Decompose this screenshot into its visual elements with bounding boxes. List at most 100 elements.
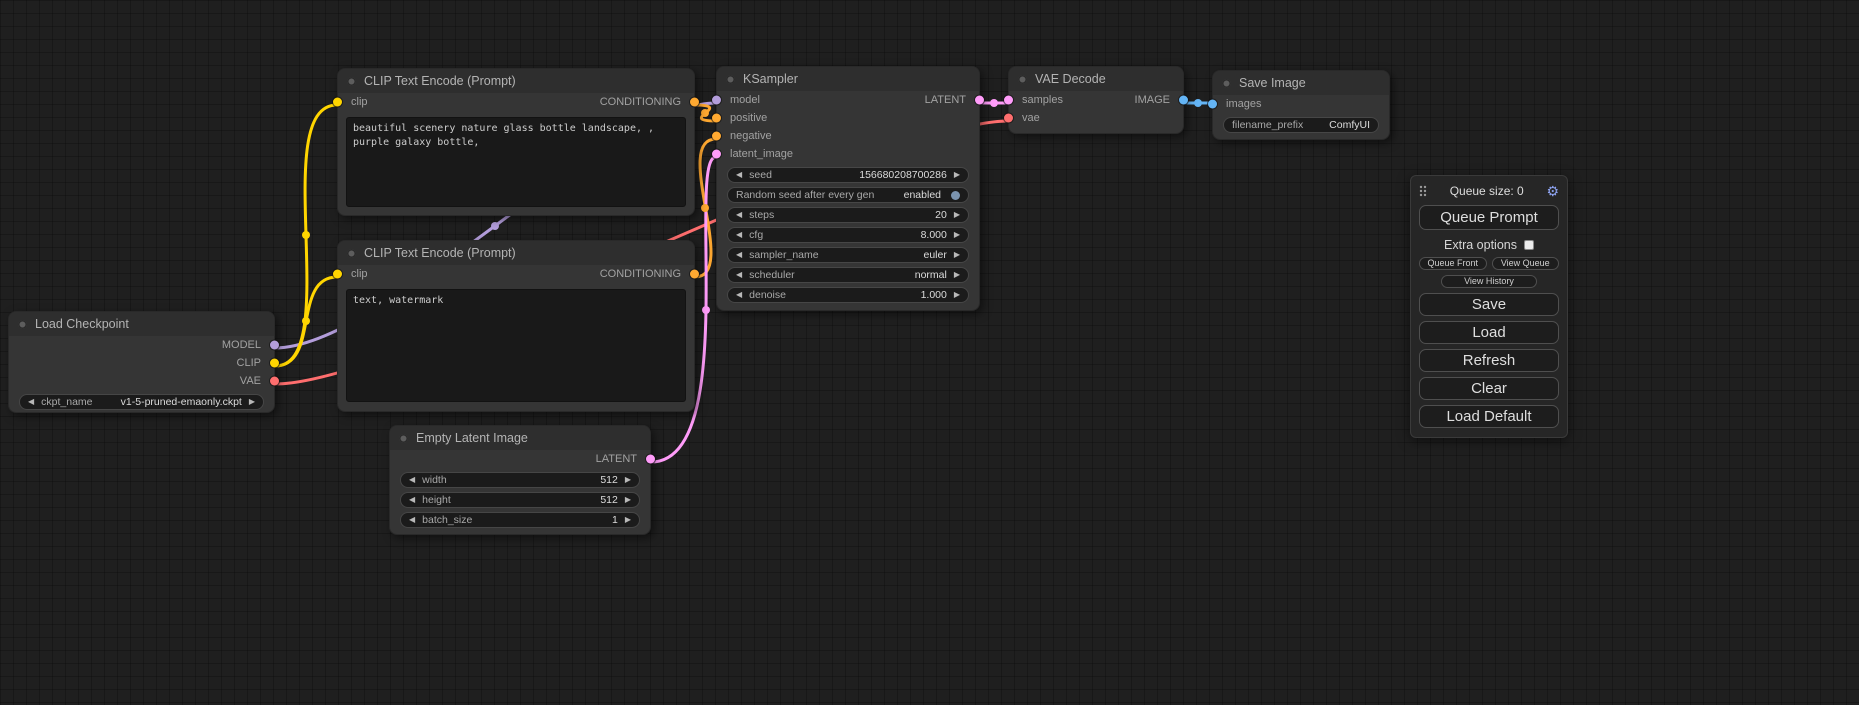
denoise-widget[interactable]: ◀ denoise 1.000 ▶	[727, 287, 969, 303]
node-ksampler[interactable]: KSampler model LATENT positive negative …	[716, 66, 980, 311]
save-button[interactable]: Save	[1419, 293, 1559, 316]
toggle-indicator-icon[interactable]	[951, 191, 960, 200]
random-seed-toggle-widget[interactable]: Random seed after every gen enabled	[727, 187, 969, 203]
widget-label: sampler_name	[749, 249, 818, 261]
widget-value: 1	[612, 514, 618, 526]
queue-prompt-button[interactable]: Queue Prompt	[1419, 205, 1559, 230]
link-latent-input-midpoint	[702, 306, 710, 314]
refresh-button[interactable]: Refresh	[1419, 349, 1559, 372]
output-row-model: MODEL	[9, 336, 274, 354]
decrement-arrow-icon[interactable]: ◀	[736, 231, 742, 239]
input-slot-samples[interactable]	[1004, 96, 1013, 105]
drag-handle-icon[interactable]	[1419, 185, 1427, 197]
cfg-widget[interactable]: ◀ cfg 8.000 ▶	[727, 227, 969, 243]
io-row-samples-image: samples IMAGE	[1009, 91, 1183, 109]
width-widget[interactable]: ◀ width 512 ▶	[400, 472, 640, 488]
increment-arrow-icon[interactable]: ▶	[954, 231, 960, 239]
input-slot-model[interactable]	[712, 96, 721, 105]
output-slot-vae[interactable]	[270, 377, 279, 386]
scheduler-widget[interactable]: ◀ scheduler normal ▶	[727, 267, 969, 283]
decrement-arrow-icon[interactable]: ◀	[736, 211, 742, 219]
settings-gear-icon[interactable]: ⚙	[1546, 184, 1559, 198]
batch-size-widget[interactable]: ◀ batch_size 1 ▶	[400, 512, 640, 528]
input-slot-clip[interactable]	[333, 270, 342, 279]
collapse-dot-icon[interactable]	[18, 320, 27, 329]
node-title-bar[interactable]: Load Checkpoint	[9, 312, 274, 336]
decrement-arrow-icon[interactable]: ◀	[409, 476, 415, 484]
output-slot-image[interactable]	[1179, 96, 1188, 105]
increment-arrow-icon[interactable]: ▶	[954, 211, 960, 219]
steps-widget[interactable]: ◀ steps 20 ▶	[727, 207, 969, 223]
sampler-name-widget[interactable]: ◀ sampler_name euler ▶	[727, 247, 969, 263]
output-row-latent: LATENT	[390, 450, 650, 468]
next-arrow-icon[interactable]: ▶	[249, 398, 255, 406]
node-title-bar[interactable]: Empty Latent Image	[390, 426, 650, 450]
negative-prompt-textarea[interactable]: text, watermark	[346, 289, 686, 402]
load-default-button[interactable]: Load Default	[1419, 405, 1559, 428]
increment-arrow-icon[interactable]: ▶	[954, 291, 960, 299]
node-clip-text-encode-positive[interactable]: CLIP Text Encode (Prompt) clip CONDITION…	[337, 68, 695, 216]
output-slot-conditioning[interactable]	[690, 98, 699, 107]
node-title-bar[interactable]: KSampler	[717, 67, 979, 91]
node-empty-latent-image[interactable]: Empty Latent Image LATENT ◀ width 512 ▶ …	[389, 425, 651, 535]
output-slot-clip[interactable]	[270, 359, 279, 368]
collapse-dot-icon[interactable]	[1018, 75, 1027, 84]
output-slot-model[interactable]	[270, 341, 279, 350]
input-slot-clip[interactable]	[333, 98, 342, 107]
node-save-image[interactable]: Save Image images filename_prefix ComfyU…	[1212, 70, 1390, 140]
decrement-arrow-icon[interactable]: ◀	[409, 516, 415, 524]
output-slot-latent[interactable]	[646, 455, 655, 464]
graph-canvas[interactable]: Load Checkpoint MODEL CLIP VAE ◀ ckpt_na…	[0, 0, 1859, 705]
view-history-button[interactable]: View History	[1441, 275, 1537, 288]
widget-value: normal	[915, 269, 947, 281]
node-load-checkpoint[interactable]: Load Checkpoint MODEL CLIP VAE ◀ ckpt_na…	[8, 311, 275, 413]
prev-arrow-icon[interactable]: ◀	[28, 398, 34, 406]
load-button[interactable]: Load	[1419, 321, 1559, 344]
input-slot-latent-image[interactable]	[712, 150, 721, 159]
node-title-bar[interactable]: CLIP Text Encode (Prompt)	[338, 241, 694, 265]
output-slot-conditioning[interactable]	[690, 270, 699, 279]
increment-arrow-icon[interactable]: ▶	[625, 496, 631, 504]
node-clip-text-encode-negative[interactable]: CLIP Text Encode (Prompt) clip CONDITION…	[337, 240, 695, 412]
output-row-clip: CLIP	[9, 354, 274, 372]
next-arrow-icon[interactable]: ▶	[954, 271, 960, 279]
decrement-arrow-icon[interactable]: ◀	[736, 171, 742, 179]
next-arrow-icon[interactable]: ▶	[954, 251, 960, 259]
input-label-clip: clip	[351, 96, 368, 108]
collapse-dot-icon[interactable]	[726, 75, 735, 84]
node-vae-decode[interactable]: VAE Decode samples IMAGE vae	[1008, 66, 1184, 134]
output-label-clip: CLIP	[237, 357, 261, 369]
collapse-dot-icon[interactable]	[399, 434, 408, 443]
queue-size-label: Queue size: 0	[1427, 184, 1546, 198]
collapse-dot-icon[interactable]	[1222, 79, 1231, 88]
collapse-dot-icon[interactable]	[347, 249, 356, 258]
input-slot-vae[interactable]	[1004, 114, 1013, 123]
positive-prompt-textarea[interactable]: beautiful scenery nature glass bottle la…	[346, 117, 686, 207]
increment-arrow-icon[interactable]: ▶	[625, 516, 631, 524]
prev-arrow-icon[interactable]: ◀	[736, 271, 742, 279]
node-title-bar[interactable]: CLIP Text Encode (Prompt)	[338, 69, 694, 93]
node-title-bar[interactable]: VAE Decode	[1009, 67, 1183, 91]
input-row-positive: positive	[717, 109, 979, 127]
clear-button[interactable]: Clear	[1419, 377, 1559, 400]
prev-arrow-icon[interactable]: ◀	[736, 251, 742, 259]
input-slot-positive[interactable]	[712, 114, 721, 123]
collapse-dot-icon[interactable]	[347, 77, 356, 86]
seed-widget[interactable]: ◀ seed 156680208700286 ▶	[727, 167, 969, 183]
input-label-images: images	[1226, 98, 1261, 110]
output-slot-latent[interactable]	[975, 96, 984, 105]
extra-options-checkbox[interactable]	[1524, 240, 1534, 250]
input-slot-images[interactable]	[1208, 100, 1217, 109]
ckpt-name-widget[interactable]: ◀ ckpt_name v1-5-pruned-emaonly.ckpt ▶	[19, 394, 264, 410]
input-label-model: model	[730, 94, 760, 106]
increment-arrow-icon[interactable]: ▶	[954, 171, 960, 179]
queue-front-button[interactable]: Queue Front	[1419, 257, 1487, 270]
input-slot-negative[interactable]	[712, 132, 721, 141]
decrement-arrow-icon[interactable]: ◀	[736, 291, 742, 299]
increment-arrow-icon[interactable]: ▶	[625, 476, 631, 484]
height-widget[interactable]: ◀ height 512 ▶	[400, 492, 640, 508]
filename-prefix-widget[interactable]: filename_prefix ComfyUI	[1223, 117, 1379, 133]
node-title-bar[interactable]: Save Image	[1213, 71, 1389, 95]
decrement-arrow-icon[interactable]: ◀	[409, 496, 415, 504]
view-queue-button[interactable]: View Queue	[1492, 257, 1560, 270]
